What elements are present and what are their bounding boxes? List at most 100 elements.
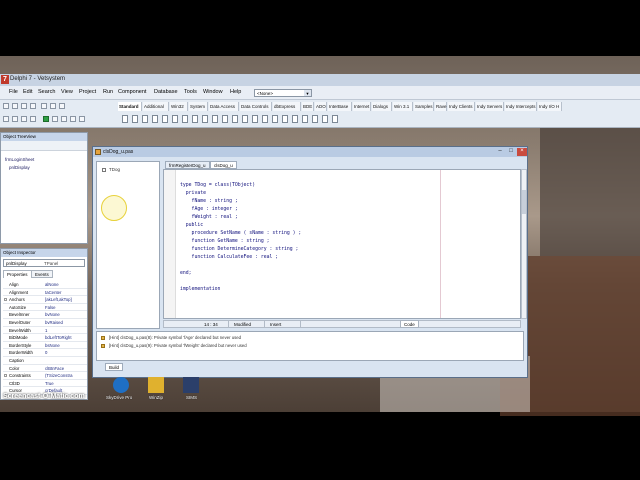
maximize-icon[interactable]: □ xyxy=(506,148,516,156)
component-icon[interactable] xyxy=(292,115,298,123)
code-line[interactable]: fName : string ; xyxy=(180,199,238,204)
code-area[interactable]: type TDog = class(TObject) private fName… xyxy=(163,169,521,319)
menu-search[interactable]: Search xyxy=(38,89,55,95)
component-icon[interactable] xyxy=(302,115,308,123)
palette-tab[interactable]: Indy Clients xyxy=(448,102,475,111)
property-value[interactable]: bsNone xyxy=(45,342,87,349)
component-icon[interactable] xyxy=(262,115,268,123)
tab-events[interactable]: Events xyxy=(31,270,53,278)
menu-project[interactable]: Project xyxy=(79,89,96,95)
code-line[interactable]: fWeight : real ; xyxy=(180,215,238,220)
minimize-icon[interactable]: – xyxy=(495,148,505,156)
property-value[interactable]: [akLeft,akTop] xyxy=(45,296,87,303)
property-row[interactable]: AutoSize False xyxy=(3,304,87,312)
component-icon[interactable] xyxy=(232,115,238,123)
property-row[interactable]: Anchors [akLeft,akTop] xyxy=(3,296,87,304)
component-icon[interactable] xyxy=(182,115,188,123)
property-value[interactable]: clBtnFace xyxy=(45,365,87,372)
tree-item-panel[interactable]: pnlDisplay xyxy=(9,165,30,170)
view-form-icon[interactable] xyxy=(59,103,65,109)
property-value[interactable]: True xyxy=(45,380,87,387)
palette-tab[interactable]: Rave xyxy=(435,102,447,111)
tab-frmregisterdog[interactable]: frmRegisterDog_u xyxy=(165,161,210,169)
palette-tab[interactable]: BDE xyxy=(302,102,314,111)
property-value[interactable]: taCenter xyxy=(45,289,87,296)
property-value[interactable]: alNone xyxy=(45,281,87,288)
palette-tab[interactable]: System xyxy=(189,102,208,111)
menu-run[interactable]: Run xyxy=(103,89,113,95)
component-icon[interactable] xyxy=(152,115,158,123)
winzip-icon[interactable] xyxy=(148,377,164,393)
property-row[interactable]: BevelInner bvNone xyxy=(3,311,87,319)
code-line[interactable]: procedure SetName ( sName : string ) ; xyxy=(180,231,302,236)
code-line[interactable]: private xyxy=(180,191,206,196)
component-icon[interactable] xyxy=(132,115,138,123)
property-row[interactable]: BorderWidth 0 xyxy=(3,349,87,357)
code-line[interactable]: function DetermineCategory : string ; xyxy=(180,247,299,252)
component-icon[interactable] xyxy=(242,115,248,123)
tab-code-view[interactable]: Code xyxy=(400,320,419,328)
tree-item-form[interactable]: frmLoginSheet xyxy=(5,157,34,162)
open-project-icon[interactable] xyxy=(41,103,47,109)
property-row[interactable]: Constraints (TSizeConstra xyxy=(3,372,87,380)
project-combo[interactable]: <None> ▼ xyxy=(254,89,312,97)
palette-tab[interactable]: Win32 xyxy=(170,102,188,111)
property-row[interactable]: Align alNone xyxy=(3,281,87,289)
new-form-icon[interactable] xyxy=(12,116,18,122)
property-value[interactable]: False xyxy=(45,304,87,311)
menu-edit[interactable]: Edit xyxy=(23,89,32,95)
component-icon[interactable] xyxy=(122,115,128,123)
palette-tab[interactable]: ADO xyxy=(315,102,327,111)
new-icon[interactable] xyxy=(3,103,9,109)
component-icon[interactable] xyxy=(192,115,198,123)
toggle-form-unit-icon[interactable] xyxy=(3,116,9,122)
menu-tools[interactable]: Tools xyxy=(184,89,197,95)
expand-icon[interactable] xyxy=(4,298,7,302)
code-line[interactable]: end; xyxy=(180,271,192,276)
property-row[interactable]: BevelOuter bvRaised xyxy=(3,319,87,327)
program-reset-icon[interactable] xyxy=(79,116,85,122)
add-file-icon[interactable] xyxy=(21,116,27,122)
skydrive-icon[interactable] xyxy=(113,377,129,393)
property-value[interactable]: bdLeftToRight xyxy=(45,334,87,341)
inspector-object-combo[interactable]: pnlDisplay TPanel xyxy=(3,259,85,267)
palette-tab[interactable]: Win 3.1 xyxy=(393,102,413,111)
tab-build[interactable]: Build xyxy=(105,363,124,371)
component-icon[interactable] xyxy=(142,115,148,123)
menu-window[interactable]: Window xyxy=(203,89,223,95)
tab-clsdog[interactable]: clsDog_u xyxy=(210,161,237,169)
palette-tab[interactable]: Data Access xyxy=(209,102,239,111)
component-icon[interactable] xyxy=(252,115,258,123)
palette-tab[interactable]: Internet xyxy=(353,102,371,111)
palette-tab[interactable]: Data Controls xyxy=(240,102,272,111)
step-over-icon[interactable] xyxy=(70,116,76,122)
message-line[interactable]: [Hint] clsDog_u.pas(8): Private symbol '… xyxy=(109,335,241,340)
component-icon[interactable] xyxy=(322,115,328,123)
component-icon[interactable] xyxy=(222,115,228,123)
code-line[interactable]: implementation xyxy=(180,287,220,292)
property-row[interactable]: Ctl3D True xyxy=(3,380,87,388)
menu-database[interactable]: Database xyxy=(154,89,178,95)
expand-icon[interactable] xyxy=(4,374,7,378)
property-row[interactable]: Alignment taCenter xyxy=(3,289,87,297)
open-icon[interactable] xyxy=(12,103,18,109)
property-value[interactable]: 1 xyxy=(45,327,87,334)
scrollbar-thumb[interactable] xyxy=(522,190,526,214)
component-icon[interactable] xyxy=(212,115,218,123)
property-row[interactable]: BorderStyle bsNone xyxy=(3,342,87,350)
menu-file[interactable]: File xyxy=(9,89,18,95)
code-line[interactable]: public xyxy=(180,223,203,228)
save-all-icon[interactable] xyxy=(30,103,36,109)
pause-icon[interactable] xyxy=(52,116,58,122)
property-row[interactable]: BiDiMode bdLeftToRight xyxy=(3,334,87,342)
code-line[interactable]: function GetName : string ; xyxy=(180,239,270,244)
component-icon[interactable] xyxy=(332,115,338,123)
palette-tab[interactable]: Additional xyxy=(143,102,169,111)
property-row[interactable]: Color clBtnFace xyxy=(3,365,87,373)
palette-tab[interactable]: InterBase xyxy=(328,102,352,111)
structure-node[interactable]: TDog xyxy=(109,167,120,172)
run-icon[interactable] xyxy=(43,116,49,122)
remove-file-icon[interactable] xyxy=(30,116,36,122)
component-icon[interactable] xyxy=(162,115,168,123)
menu-component[interactable]: Component xyxy=(118,89,146,95)
